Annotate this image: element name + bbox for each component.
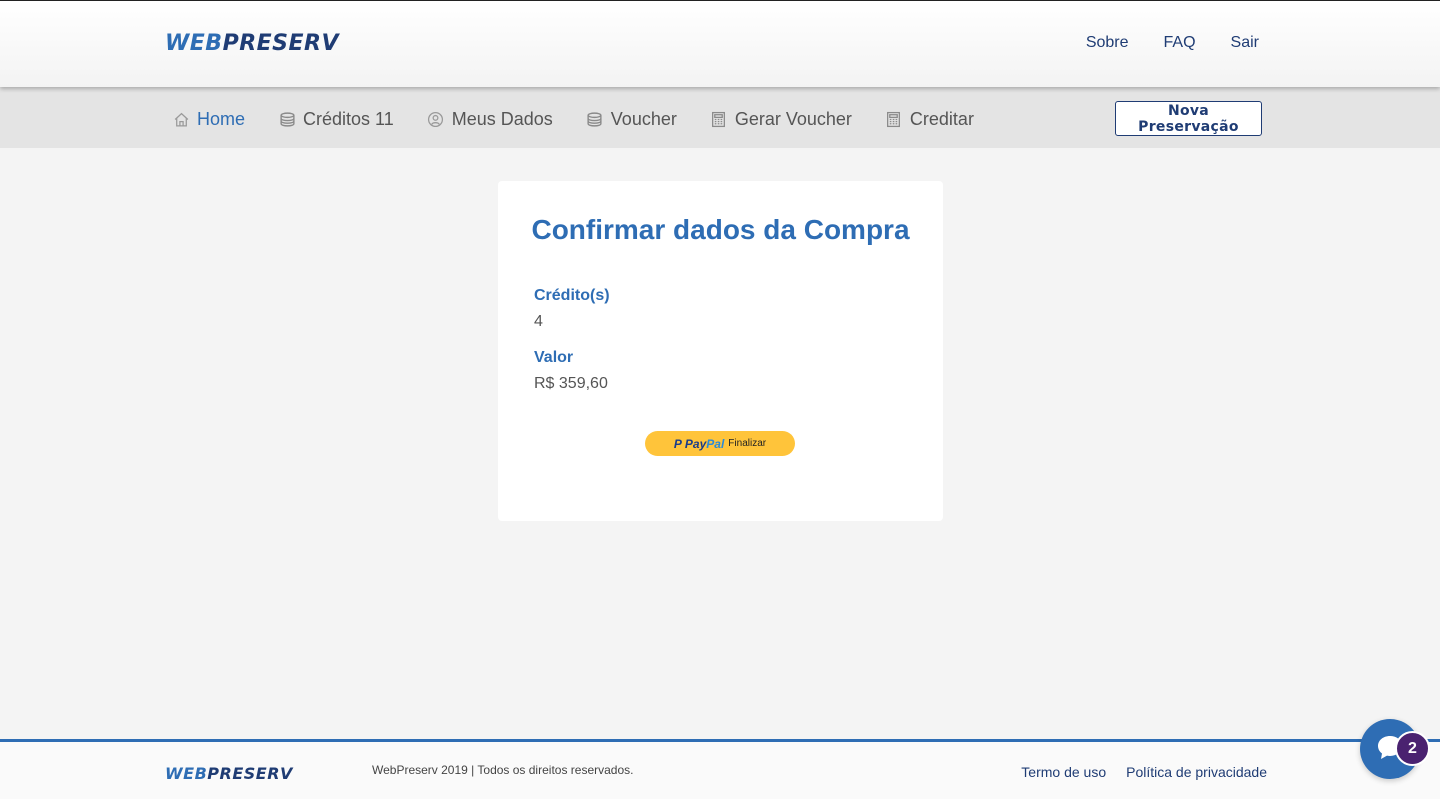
logo[interactable]: WEBPRESERV — [165, 31, 339, 56]
secondary-nav: Home Créditos 11 Meus Dados Voucher Gera… — [0, 87, 1440, 148]
termo-de-uso-link[interactable]: Termo de uso — [1021, 764, 1106, 780]
credits-value: 4 — [534, 313, 543, 330]
top-header: WEBPRESERV Sobre FAQ Sair — [0, 0, 1440, 87]
nav-sobre-link[interactable]: Sobre — [1086, 34, 1129, 52]
subnav-item-label: Meus Dados — [451, 109, 553, 129]
confirm-purchase-card: Confirmar dados da Compra Crédito(s) 4 V… — [498, 181, 943, 521]
nav-faq-link[interactable]: FAQ — [1164, 34, 1196, 52]
paypal-finalizar-button[interactable]: P Pay Pal Finalizar — [645, 431, 795, 456]
subnav-item-label: Home — [197, 109, 246, 129]
credits-label: Crédito(s) — [534, 287, 610, 304]
valor-label: Valor — [534, 349, 574, 366]
paypal-brand-pal: Pal — [706, 436, 725, 451]
subnav-item-label: Créditos 11 — [303, 109, 394, 129]
subnav-item-label: Voucher — [610, 109, 677, 129]
footer-links: Termo de uso Política de privacidade — [1021, 764, 1267, 780]
logo-preserv: PRESERV — [222, 31, 340, 56]
calculator-icon — [885, 111, 903, 129]
subnav-item-meus-dados[interactable]: Meus Dados — [427, 109, 553, 130]
paypal-brand-pay: Pay — [684, 436, 707, 451]
footer-logo-web: WEB — [165, 764, 208, 783]
logo-web: WEB — [165, 31, 223, 56]
coins-icon — [278, 111, 296, 129]
subnav-item-label: Creditar — [909, 109, 974, 129]
paypal-icon: P — [673, 436, 682, 451]
subnav-item-home[interactable]: Home — [172, 109, 245, 130]
paypal-action-label: Finalizar — [728, 438, 767, 449]
politica-privacidade-link[interactable]: Política de privacidade — [1126, 764, 1267, 780]
calculator-icon — [710, 111, 728, 129]
top-nav: Sobre FAQ Sair — [1086, 34, 1259, 52]
valor-value: R$ 359,60 — [534, 375, 608, 392]
subnav-item-label: Gerar Voucher — [734, 109, 852, 129]
nav-sair-link[interactable]: Sair — [1231, 34, 1259, 52]
chat-notification-badge: 2 — [1395, 731, 1430, 766]
subnav-item-creditos[interactable]: Créditos 11 — [278, 109, 394, 130]
copyright-text: WebPreserv 2019 | Todos os direitos rese… — [372, 763, 634, 777]
user-icon — [427, 111, 445, 129]
coins-icon — [586, 111, 604, 129]
footer: WEBPRESERV WebPreserv 2019 | Todos os di… — [0, 739, 1440, 799]
subnav-item-creditar[interactable]: Creditar — [885, 109, 974, 130]
card-title: Confirmar dados da Compra — [531, 214, 910, 245]
nova-preservacao-button[interactable]: Nova Preservação — [1115, 101, 1262, 136]
footer-logo-preserv: PRESERV — [207, 764, 293, 783]
subnav-item-voucher[interactable]: Voucher — [586, 109, 677, 130]
subnav-item-gerar-voucher[interactable]: Gerar Voucher — [710, 109, 852, 130]
footer-logo[interactable]: WEBPRESERV — [165, 764, 293, 783]
home-icon — [172, 111, 190, 129]
